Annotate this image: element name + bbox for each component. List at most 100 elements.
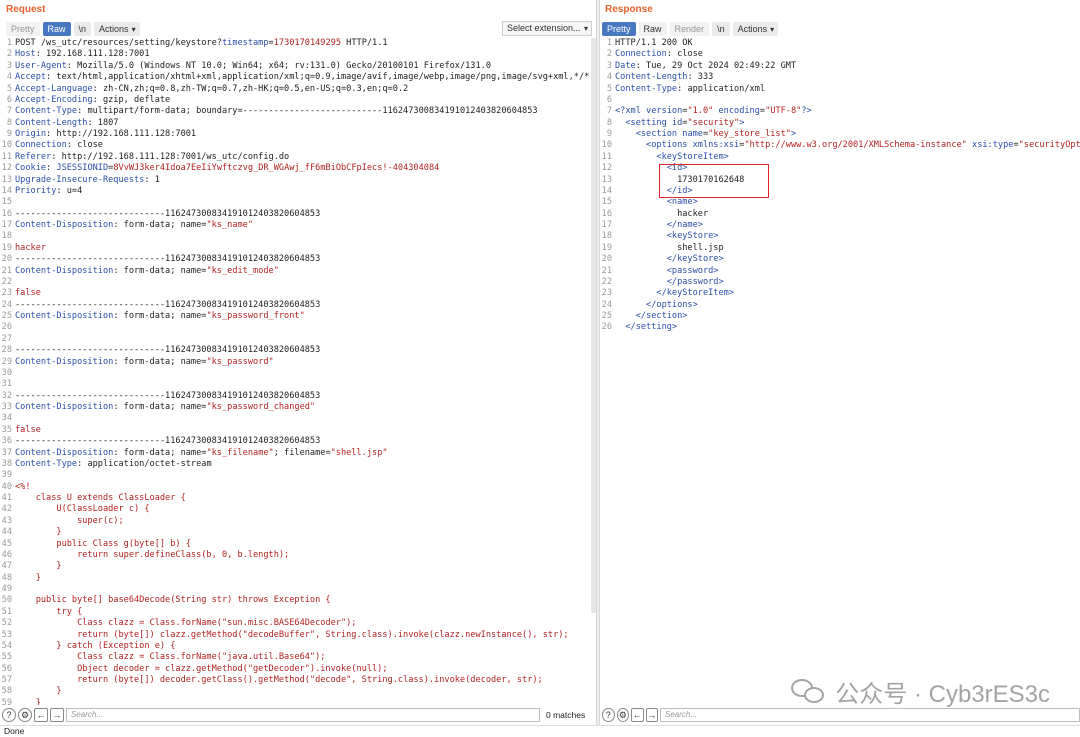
code-line: 46 return super.defineClass(b, 0, b.leng… bbox=[0, 550, 590, 561]
help-icon[interactable]: ? bbox=[602, 708, 615, 722]
code-token: HTTP/1.1 bbox=[341, 38, 388, 48]
line-content: <keyStore> bbox=[615, 231, 719, 242]
response-tab-render[interactable]: Render bbox=[669, 22, 710, 36]
line-content: Content-Disposition: form-data; name="ks… bbox=[15, 448, 388, 459]
code-line: 25 </section> bbox=[600, 311, 1080, 322]
line-content: Content-Disposition: form-data; name="ks… bbox=[15, 402, 315, 413]
line-content: User-Agent: Mozilla/5.0 (Windows NT 10.0… bbox=[15, 61, 491, 72]
code-token: "securityOptions" bbox=[1018, 140, 1080, 151]
response-tab-raw[interactable]: Raw bbox=[638, 22, 667, 36]
line-number: 58 bbox=[1, 686, 12, 697]
line-content: Content-Type: application/xml bbox=[615, 84, 765, 95]
code-token: Content-Disposition bbox=[15, 447, 114, 458]
code-line: 6 bbox=[600, 95, 1080, 106]
code-token: : form-data; name= bbox=[113, 220, 207, 230]
code-token: 1730170149295 bbox=[273, 38, 341, 48]
code-line: 3 User-Agent: Mozilla/5.0 (Windows NT 10.… bbox=[0, 61, 590, 72]
code-line: 19 shell.jsp bbox=[600, 243, 1080, 254]
line-number: 33 bbox=[1, 402, 12, 412]
response-actions-menu[interactable]: Actions ▾ bbox=[732, 22, 779, 36]
line-number: 37 bbox=[1, 447, 12, 458]
request-actions-menu[interactable]: Actions ▾ bbox=[94, 22, 140, 36]
response-tab-pretty[interactable]: Pretty bbox=[602, 22, 636, 36]
line-content: } bbox=[15, 686, 61, 697]
code-line: 12 Cookie: JSESSIONID=8VvWJ3ker4Idoa7EeIi… bbox=[0, 163, 590, 174]
line-content: -----------------------------11624730083… bbox=[15, 436, 320, 447]
select-extension-dropdown[interactable]: Select extension... ▾ bbox=[502, 21, 592, 36]
gear-icon[interactable]: ⚙ bbox=[616, 708, 629, 722]
code-line: 11 <keyStoreItem> bbox=[600, 152, 1080, 163]
arrow-left-icon[interactable]: ← bbox=[631, 708, 644, 722]
request-tab-newline[interactable]: \n bbox=[73, 22, 92, 36]
response-search-input[interactable]: Search... bbox=[660, 708, 1080, 722]
line-number: 2 bbox=[606, 49, 612, 60]
code-line: 38 Content-Type: application/octet-stream bbox=[0, 459, 590, 470]
chevron-down-icon: ▾ bbox=[583, 24, 588, 33]
code-token: HTTP/1.1 200 OK bbox=[615, 38, 693, 48]
code-token: Content-Type bbox=[615, 83, 678, 94]
code-token: Cookie bbox=[15, 163, 47, 174]
code-token: } bbox=[15, 527, 62, 538]
code-token: Content-Length bbox=[15, 117, 88, 128]
request-match-count: 0 matches bbox=[546, 710, 586, 720]
line-number: 4 bbox=[606, 72, 612, 83]
line-number: 16 bbox=[601, 208, 612, 219]
line-number: 18 bbox=[601, 231, 612, 242]
request-tab-raw[interactable]: Raw bbox=[42, 22, 71, 36]
help-icon[interactable]: ? bbox=[2, 708, 16, 722]
line-number: 21 bbox=[601, 265, 612, 276]
line-number: 14 bbox=[1, 185, 12, 196]
request-searchbar: ? ⚙ ← → Search... 0 matches bbox=[0, 705, 596, 725]
response-actions-label: Actions bbox=[737, 24, 768, 34]
response-pane: Response Pretty Raw Render \n Actions ▾ 1… bbox=[600, 0, 1080, 725]
code-line: 23 false bbox=[0, 288, 590, 299]
line-content: Connection: close bbox=[15, 140, 103, 151]
code-token: -----------------------------11624730083… bbox=[15, 436, 321, 447]
code-token: : Tue, 29 Oct 2024 02:49:22 GMT bbox=[635, 60, 797, 71]
code-line: 7 Content-Type: multipart/form-data; boun… bbox=[0, 106, 590, 117]
request-tab-pretty[interactable]: Pretty bbox=[6, 22, 40, 36]
code-line: 36 -----------------------------116247300… bbox=[0, 436, 590, 447]
chevron-down-icon: ▾ bbox=[770, 25, 775, 34]
code-line: 24 -----------------------------116247300… bbox=[0, 300, 590, 311]
line-content: Accept-Language: zh-CN,zh;q=0.8,zh-TW;q=… bbox=[15, 84, 408, 95]
arrow-left-icon[interactable]: ← bbox=[34, 708, 48, 722]
line-content: </keyStore> bbox=[615, 254, 724, 265]
arrow-right-icon[interactable]: → bbox=[50, 708, 64, 722]
code-line: 58 } bbox=[0, 686, 590, 697]
code-token: : form-data; name= bbox=[113, 402, 207, 412]
code-token: public byte[] base64Decode(String str) t… bbox=[15, 595, 331, 606]
code-line: 2 Host: 192.168.111.128:7001 bbox=[0, 49, 590, 60]
line-number: 32 bbox=[1, 390, 12, 401]
line-number: 41 bbox=[1, 493, 12, 503]
line-number: 45 bbox=[1, 538, 12, 549]
line-number: 22 bbox=[1, 276, 12, 287]
line-number: 13 bbox=[601, 174, 612, 185]
code-token: : 333 bbox=[687, 72, 714, 83]
line-number: 25 bbox=[601, 311, 612, 321]
line-content: hacker bbox=[15, 243, 46, 254]
line-content: -----------------------------11624730083… bbox=[15, 345, 320, 356]
code-line: 21 <password> bbox=[600, 266, 1080, 277]
response-title: Response bbox=[605, 4, 653, 15]
response-tab-newline[interactable]: \n bbox=[712, 22, 730, 36]
code-line: 19 hacker bbox=[0, 243, 590, 254]
code-line: 4 Accept: text/html,application/xhtml+xml… bbox=[0, 72, 590, 83]
code-token: name bbox=[682, 129, 703, 139]
code-line: 9 Origin: http://192.168.111.128:7001 bbox=[0, 129, 590, 140]
request-search-input[interactable]: Search... bbox=[66, 708, 540, 722]
line-content: Content-Type: multipart/form-data; bound… bbox=[15, 106, 538, 117]
code-line: 4 Content-Length: 333 bbox=[600, 72, 1080, 83]
divider-grip[interactable]: ⋮ bbox=[597, 346, 605, 354]
line-content: public Class g(byte[] b) { bbox=[15, 539, 191, 550]
line-number: 27 bbox=[1, 333, 12, 344]
request-editor[interactable]: 1 POST /ws_utc/resources/setting/keystore… bbox=[0, 38, 590, 705]
line-number: 26 bbox=[601, 322, 612, 333]
response-editor[interactable]: 1 HTTP/1.1 200 OK 2 Connection: close 3 Date:… bbox=[600, 38, 1080, 705]
gear-icon[interactable]: ⚙ bbox=[18, 708, 32, 722]
line-content: false bbox=[15, 288, 41, 299]
arrow-right-icon[interactable]: → bbox=[645, 708, 658, 722]
code-line: 40 <%! bbox=[0, 482, 590, 493]
code-token: Content-Disposition bbox=[15, 311, 114, 321]
code-token: "ks_password_front" bbox=[206, 311, 305, 321]
